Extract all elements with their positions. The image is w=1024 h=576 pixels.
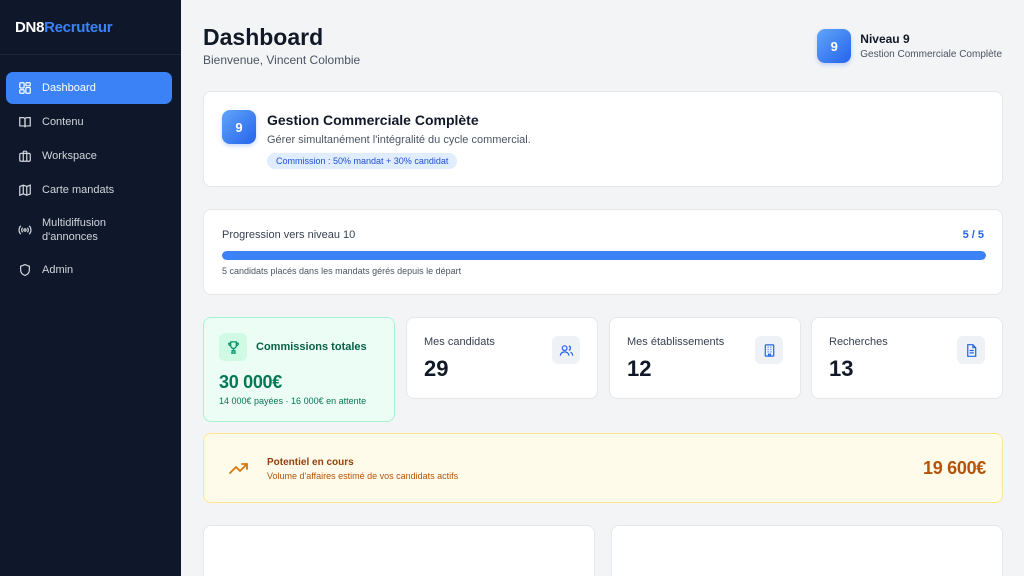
stat-candidats-value: 29 <box>424 356 449 381</box>
logo-part-dn8: DN8 <box>15 19 45 36</box>
level-indicator: 9 Niveau 9 Gestion Commerciale Complète <box>817 29 1002 63</box>
bottom-card-left <box>203 525 595 576</box>
trophy-icon <box>219 333 247 361</box>
level-card-badge: 9 <box>222 110 256 144</box>
sidebar-item-dashboard[interactable]: Dashboard <box>6 72 172 104</box>
logo-part-recruteur: Recruteur <box>44 19 113 36</box>
broadcast-icon <box>18 223 32 237</box>
welcome-text: Bienvenue, Vincent Colombie <box>203 53 361 67</box>
page-title: Dashboard <box>203 24 324 50</box>
progress-bar-fill <box>222 251 986 260</box>
potential-value: 19 600€ <box>923 458 986 478</box>
progress-label: Progression vers niveau 10 <box>222 229 356 241</box>
sidebar-item-label: Workspace <box>42 150 97 162</box>
stat-recherches-card[interactable]: Recherches 13 <box>811 317 1003 399</box>
progress-count: 5 / 5 <box>962 229 984 241</box>
level-name: Niveau 9 <box>860 32 910 46</box>
sidebar-item-label: Contenu <box>42 116 84 128</box>
users-icon <box>552 336 580 364</box>
document-icon <box>957 336 985 364</box>
sidebar-item-multidiffusion[interactable]: Multidiffusion d'annonces <box>6 208 172 252</box>
stat-candidats-label: Mes candidats <box>424 336 495 348</box>
commission-pill: Commission : 50% mandat + 30% candidat <box>267 153 458 169</box>
level-subtitle: Gestion Commerciale Complète <box>860 49 1002 60</box>
map-icon <box>18 183 32 197</box>
level-card-description: Gérer simultanément l'intégralité du cyc… <box>267 134 531 146</box>
app-logo[interactable]: DN8Recruteur <box>0 0 181 55</box>
sidebar-item-label: Multidiffusion d'annonces <box>42 217 106 243</box>
sidebar-item-label: Dashboard <box>42 82 96 94</box>
stat-commissions-value: 30 000€ <box>219 372 282 392</box>
potential-card: Potentiel en cours Volume d'affaires est… <box>203 433 1003 503</box>
briefcase-icon <box>18 149 32 163</box>
progress-bar <box>222 251 986 260</box>
potential-title: Potentiel en cours <box>267 457 354 468</box>
book-icon <box>18 115 32 129</box>
shield-icon <box>18 263 32 277</box>
trending-up-icon <box>228 458 250 480</box>
stat-etablissements-label: Mes établissements <box>627 336 725 348</box>
sidebar-nav: Dashboard Contenu Workspace Carte mandat… <box>0 55 181 286</box>
main-content: Dashboard Bienvenue, Vincent Colombie 9 … <box>181 0 1024 576</box>
stat-candidats-card[interactable]: Mes candidats 29 <box>406 317 598 399</box>
sidebar-item-label: Carte mandats <box>42 184 115 196</box>
level-card: 9 Gestion Commerciale Complète Gérer sim… <box>203 91 1003 187</box>
sidebar-item-contenu[interactable]: Contenu <box>6 106 172 138</box>
progress-card: Progression vers niveau 10 5 / 5 5 candi… <box>203 209 1003 295</box>
level-badge: 9 <box>817 29 852 63</box>
sidebar: DN8Recruteur Dashboard Contenu Workspace… <box>0 0 181 576</box>
stat-commissions-label: Commissions totales <box>256 341 367 353</box>
level-card-title: Gestion Commerciale Complète <box>267 112 479 128</box>
dashboard-icon <box>18 81 32 95</box>
stat-recherches-label: Recherches <box>829 336 888 348</box>
building-icon <box>755 336 783 364</box>
stat-commissions-card[interactable]: Commissions totales 30 000€ 14 000€ payé… <box>203 317 395 422</box>
sidebar-item-workspace[interactable]: Workspace <box>6 140 172 172</box>
bottom-card-right <box>611 525 1003 576</box>
stat-commissions-sub: 14 000€ payées · 16 000€ en attente <box>219 396 367 406</box>
sidebar-item-carte-mandats[interactable]: Carte mandats <box>6 174 172 206</box>
stat-recherches-value: 13 <box>829 356 854 381</box>
sidebar-item-admin[interactable]: Admin <box>6 254 172 286</box>
progress-note: 5 candidats placés dans les mandats géré… <box>222 266 462 276</box>
stat-etablissements-value: 12 <box>627 356 652 381</box>
sidebar-item-label: Admin <box>42 264 74 276</box>
stat-etablissements-card[interactable]: Mes établissements 12 <box>609 317 801 399</box>
potential-subtitle: Volume d'affaires estimé de vos candidat… <box>267 471 459 481</box>
